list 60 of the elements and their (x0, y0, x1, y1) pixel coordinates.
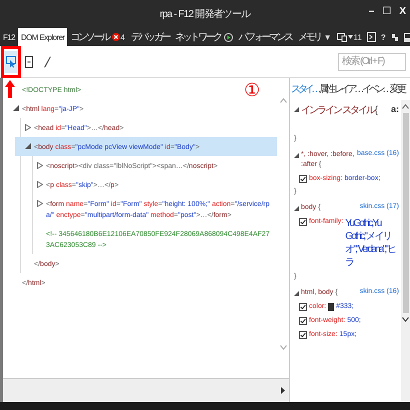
expanded-icon[interactable] (25, 143, 31, 149)
caret-icon (348, 35, 353, 39)
checkbox[interactable] (299, 303, 307, 311)
check-icon (300, 318, 306, 324)
scrollbar-thumb[interactable] (402, 113, 408, 313)
cursor-icon (6, 56, 16, 68)
tab[interactable]: デバッガー (128, 28, 172, 46)
expanded-icon[interactable] (294, 206, 299, 211)
maximize-button[interactable]: ☐ (382, 6, 392, 17)
check-icon (300, 219, 306, 225)
overflow-button[interactable]: ▼ (324, 32, 332, 42)
box-icon (25, 56, 33, 68)
collapsed-icon[interactable] (25, 124, 31, 131)
collapsed-icon[interactable] (37, 181, 43, 188)
select-element-button[interactable] (4, 50, 18, 72)
checkbox[interactable] (299, 331, 307, 339)
tab[interactable]: メモリ (294, 28, 324, 46)
checkbox[interactable] (299, 218, 307, 226)
property-value: YuGothic,Yu Gothic,"メイリオ","Verdana","ヒラ (345, 217, 396, 269)
expanded-icon[interactable] (294, 107, 299, 112)
device-icon (336, 32, 347, 42)
play-icon (224, 32, 233, 42)
tab[interactable]: 変更 (390, 82, 404, 96)
console-icon[interactable] (366, 32, 376, 42)
minimize-button[interactable]: – (368, 6, 374, 17)
tab[interactable]: F12 (0, 28, 18, 46)
check-icon (300, 304, 306, 310)
tab[interactable]: スタイ… (291, 82, 318, 96)
close-button[interactable]: X (399, 6, 406, 17)
css-selector: インライン スタイル{ (301, 104, 378, 117)
expanded-icon[interactable] (294, 291, 299, 296)
tab[interactable]: パフォーマンス (236, 28, 295, 46)
tab[interactable]: DOM Explorer (18, 28, 68, 46)
check-icon (300, 176, 306, 182)
collapsed-icon[interactable] (37, 200, 43, 207)
tab[interactable]: ネットワーク (172, 28, 236, 46)
expanded-icon[interactable] (294, 153, 299, 158)
checkbox[interactable] (299, 317, 307, 325)
help-button[interactable]: ? (380, 32, 386, 42)
search-field[interactable]: 検索 (Ctrl + F) (338, 52, 406, 70)
device-button[interactable]: 11 (336, 32, 362, 42)
toggle-state-button[interactable]: a: (390, 104, 399, 114)
error-icon (112, 33, 120, 41)
step-number: ① (244, 80, 260, 101)
tab[interactable]: 属性 (319, 82, 333, 96)
checkbox[interactable] (299, 175, 307, 183)
tab[interactable]: レイア… (334, 82, 362, 96)
pen-icon (43, 56, 51, 68)
window-title: rpa - F12 開発者ツール (160, 8, 250, 21)
tab[interactable]: コンソール 4 (67, 28, 128, 46)
expanded-icon[interactable] (13, 105, 19, 111)
scroll-down-icon[interactable] (402, 317, 409, 322)
check-icon (300, 332, 306, 338)
scroll-up-icon[interactable] (402, 104, 409, 109)
arrow-icon (5, 80, 15, 98)
dock-icon[interactable] (404, 32, 410, 42)
highlight-frame (1, 46, 21, 78)
tab[interactable]: イベン… (362, 82, 390, 96)
collapsed-icon[interactable] (37, 162, 43, 169)
expand-right-icon[interactable] (281, 387, 285, 394)
